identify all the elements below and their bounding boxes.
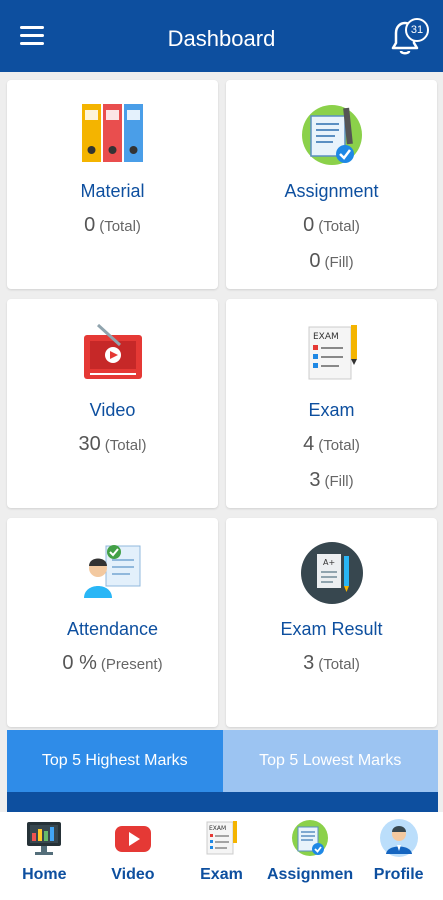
exam-card[interactable]: EXAM Exam 4 (Total) 3 (Fill)	[226, 299, 437, 508]
page-title: Dashboard	[167, 26, 276, 51]
monitor-icon	[0, 818, 89, 858]
video-player-icon	[7, 321, 218, 389]
youtube-play-icon	[89, 818, 178, 858]
card-label: Exam Result	[280, 619, 383, 639]
card-stat: 30 (Total)	[78, 433, 147, 455]
nav-profile[interactable]: Profile	[354, 812, 443, 900]
nav-label: Exam	[200, 866, 243, 883]
svg-text:A+: A+	[323, 558, 335, 567]
notification-bell-icon[interactable]: 31	[385, 16, 429, 60]
notification-count-badge: 31	[405, 18, 429, 42]
nav-label: Profile	[373, 866, 424, 883]
exam-sheet-icon: EXAM	[177, 818, 266, 858]
tab-top-5-highest-marks[interactable]: Top 5 Highest Marks	[7, 730, 223, 792]
marks-list-header	[7, 792, 438, 812]
card-stat: 0 (Total)	[84, 214, 141, 236]
tab-top-5-lowest-marks[interactable]: Top 5 Lowest Marks	[222, 730, 438, 792]
nav-label: Video	[111, 866, 155, 883]
app-bar: Dashboard 31	[0, 0, 443, 72]
card-stat: 0 % (Present)	[62, 652, 163, 674]
exam-result-card[interactable]: A+ Exam Result 3 (Total)	[226, 518, 437, 727]
card-stat: 3 (Total)	[303, 652, 360, 674]
attendance-person-icon	[7, 540, 218, 608]
user-avatar-icon	[354, 818, 443, 858]
exam-result-icon: A+	[226, 540, 437, 608]
exam-sheet-icon: EXAM	[226, 321, 437, 389]
marks-tabs: Top 5 Highest Marks Top 5 Lowest Marks	[7, 730, 438, 792]
card-stat: 0 (Fill)	[309, 250, 354, 272]
card-stat: 4 (Total)	[303, 433, 360, 455]
material-card[interactable]: Material 0 (Total)	[7, 80, 218, 289]
card-label: Material	[80, 181, 145, 201]
card-label: Assignment	[284, 181, 379, 201]
nav-assignment[interactable]: Assignmen	[266, 812, 355, 900]
nav-video[interactable]: Video	[89, 812, 178, 900]
assignment-icon	[266, 818, 355, 858]
nav-home[interactable]: Home	[0, 812, 89, 900]
video-card[interactable]: Video 30 (Total)	[7, 299, 218, 508]
nav-label: Assignmen	[266, 866, 354, 883]
assignment-card[interactable]: Assignment 0 (Total) 0 (Fill)	[226, 80, 437, 289]
card-stat: 3 (Fill)	[309, 469, 354, 491]
folders-icon	[7, 102, 218, 170]
nav-label: Home	[22, 866, 67, 883]
assignment-icon	[226, 102, 437, 170]
svg-text:EXAM: EXAM	[313, 332, 339, 342]
nav-exam[interactable]: EXAM Exam	[177, 812, 266, 900]
svg-text:EXAM: EXAM	[209, 825, 226, 832]
card-stat: 0 (Total)	[303, 214, 360, 236]
attendance-card[interactable]: Attendance 0 % (Present)	[7, 518, 218, 727]
card-label: Exam	[308, 400, 355, 420]
card-label: Attendance	[66, 619, 159, 639]
bottom-navigation: Home Video EXAM Exam Assignmen Profile	[0, 812, 443, 900]
card-label: Video	[89, 400, 136, 420]
